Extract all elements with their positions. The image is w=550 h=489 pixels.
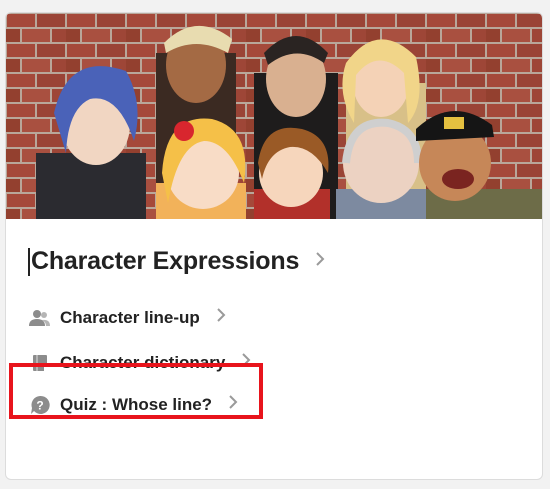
- chevron-right-icon: [315, 251, 325, 272]
- text-cursor: [28, 247, 30, 276]
- highlight-box: [9, 363, 263, 419]
- card-title-link[interactable]: Character Expressions: [28, 247, 325, 276]
- chevron-right-icon: [216, 307, 226, 328]
- card-content: Character Expressions Character line-up: [6, 219, 542, 479]
- card-title: Character Expressions: [31, 247, 300, 275]
- link-label: Character line-up: [60, 307, 200, 327]
- character-illustration: [6, 13, 542, 219]
- hero-image[interactable]: [6, 13, 542, 219]
- people-icon: [29, 308, 51, 328]
- link-character-lineup[interactable]: Character line-up: [29, 307, 226, 328]
